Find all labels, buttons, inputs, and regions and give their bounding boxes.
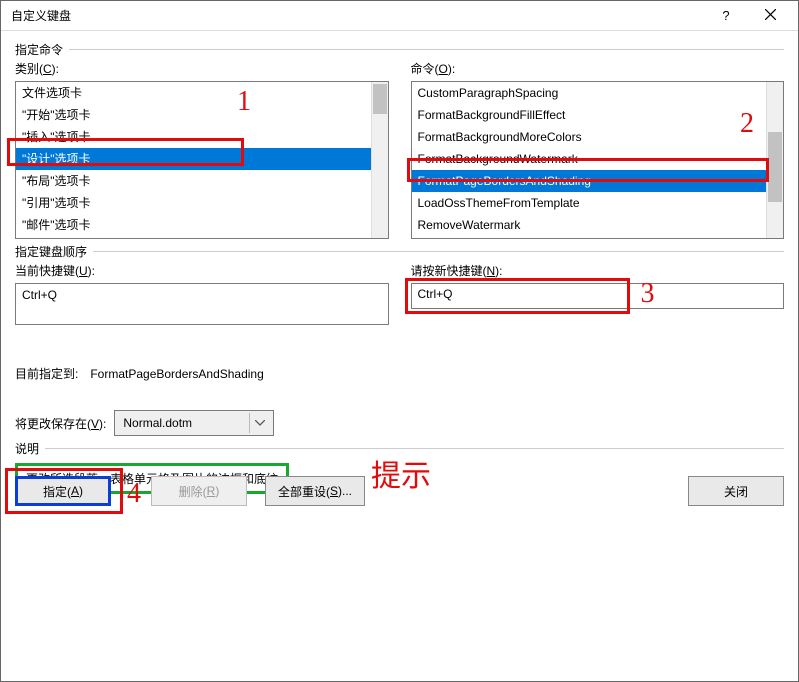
remove-button: 删除(R) [151,476,247,506]
save-in-row: 将更改保存在(V): Normal.dotm [15,410,784,436]
list-item[interactable]: FormatBackgroundFillEffect [412,104,767,126]
new-key-input[interactable]: Ctrl+Q [411,283,785,309]
list-item[interactable]: FormatBackgroundWatermark [412,148,767,170]
save-in-select[interactable]: Normal.dotm [114,410,274,436]
assigned-to-label: 目前指定到: [15,365,78,382]
list-item[interactable]: 文件选项卡 [16,82,371,104]
assign-wrap: 指定(A) 4 [15,476,111,506]
list-item[interactable]: "设计"选项卡 [16,148,371,170]
commands-label: 命令(O): [411,60,785,77]
current-keys-value: Ctrl+Q [22,288,57,302]
titlebar: 自定义键盘 ? [1,1,798,31]
list-item[interactable]: "插入"选项卡 [16,126,371,148]
categories-listbox[interactable]: 文件选项卡 "开始"选项卡 "插入"选项卡 "设计"选项卡 "布局"选项卡 "引… [15,81,389,239]
section-key-sequence: 指定键盘顺序 当前快捷键(U): Ctrl+Q 请按新快捷键(N): Ctrl+… [15,251,784,436]
close-button[interactable] [748,2,792,30]
save-in-value: Normal.dotm [123,416,192,430]
assign-button[interactable]: 指定(A) [15,476,111,506]
assigned-to-row: 目前指定到: FormatPageBordersAndShading [15,365,784,382]
new-key-value: Ctrl+Q [418,287,453,301]
section-specify-legend: 指定命令 [15,41,69,58]
commands-listbox[interactable]: CustomParagraphSpacing FormatBackgroundF… [411,81,785,239]
footer-buttons: 指定(A) 4 删除(R) 全部重设(S)... 关闭 [15,476,784,506]
list-item[interactable]: CustomParagraphSpacing [412,82,767,104]
list-item[interactable]: LoadOssThemeFromTemplate [412,192,767,214]
dialog-body: 指定命令 类别(C): 文件选项卡 "开始"选项卡 "插入"选项卡 "设计"选项… [1,31,798,520]
list-item[interactable]: FormatBackgroundMoreColors [412,126,767,148]
current-keys-label: 当前快捷键(U): [15,262,389,279]
new-key-label: 请按新快捷键(N): [411,262,785,279]
chevron-down-icon [249,413,269,433]
section-desc-legend: 说明 [15,440,45,457]
scrollbar-thumb[interactable] [768,132,782,202]
categories-column: 类别(C): 文件选项卡 "开始"选项卡 "插入"选项卡 "设计"选项卡 "布局… [15,60,389,239]
annotation-num-4: 4 [127,478,141,510]
section-sequence-legend: 指定键盘顺序 [15,243,93,260]
current-keys-column: 当前快捷键(U): Ctrl+Q [15,262,389,325]
help-button[interactable]: ? [704,2,748,30]
list-item[interactable]: "引用"选项卡 [16,192,371,214]
list-item[interactable]: "布局"选项卡 [16,170,371,192]
list-item[interactable]: "开始"选项卡 [16,104,371,126]
close-icon [765,8,776,23]
categories-label: 类别(C): [15,60,389,77]
list-item[interactable]: FormatPageBordersAndShading [412,170,767,192]
list-item[interactable]: SaveAsQuickFormatSet [412,236,767,238]
new-key-column: 请按新快捷键(N): Ctrl+Q 3 [411,262,785,325]
section-specify-command: 指定命令 类别(C): 文件选项卡 "开始"选项卡 "插入"选项卡 "设计"选项… [15,49,784,239]
customize-keyboard-dialog: 自定义键盘 ? 指定命令 类别(C): 文件选项卡 "开 [0,0,799,682]
list-item[interactable]: "邮件"选项卡 [16,214,371,236]
current-keys-box[interactable]: Ctrl+Q [15,283,389,325]
categories-list-inner: 文件选项卡 "开始"选项卡 "插入"选项卡 "设计"选项卡 "布局"选项卡 "引… [16,82,371,238]
reset-all-button[interactable]: 全部重设(S)... [265,476,365,506]
commands-list-inner: CustomParagraphSpacing FormatBackgroundF… [412,82,767,238]
dialog-title: 自定义键盘 [11,7,704,24]
close-footer-button[interactable]: 关闭 [688,476,784,506]
categories-scrollbar[interactable] [371,82,388,238]
list-item[interactable]: "审阅"选项卡 [16,236,371,238]
scrollbar-thumb[interactable] [373,84,387,114]
save-in-label: 将更改保存在(V): [15,415,106,432]
list-item[interactable]: RemoveWatermark [412,214,767,236]
assigned-to-value: FormatPageBordersAndShading [90,367,263,381]
commands-scrollbar[interactable] [766,82,783,238]
commands-column: 命令(O): CustomParagraphSpacing FormatBack… [411,60,785,239]
